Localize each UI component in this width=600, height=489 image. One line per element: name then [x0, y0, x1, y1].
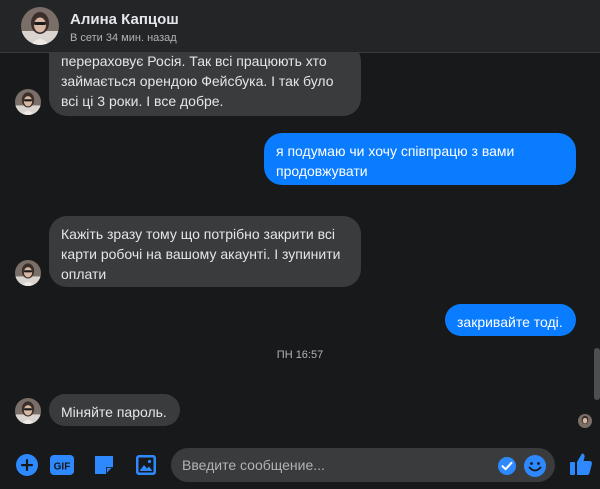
message-avatar[interactable]: [15, 398, 41, 424]
message-avatar[interactable]: [15, 89, 41, 115]
image-icon[interactable]: [133, 452, 159, 478]
message-avatar[interactable]: [15, 260, 41, 286]
chat-header: Алина Капцош В сети 34 мин. назад: [0, 0, 600, 53]
message-bubble-incoming[interactable]: Міняйте пароль.: [49, 394, 180, 426]
message-bubble-outgoing[interactable]: я подумаю чи хочу співпрацю з вами продо…: [264, 133, 576, 185]
send-check-icon[interactable]: [497, 456, 517, 476]
message-timestamp: ПН 16:57: [276, 349, 324, 361]
scrollbar[interactable]: [594, 348, 600, 400]
gif-label: GIF: [54, 462, 71, 473]
message-bubble-incoming[interactable]: перераховує Росія. Так всі працюють хто …: [49, 43, 361, 116]
emoji-icon[interactable]: [523, 454, 547, 478]
gif-icon[interactable]: GIF: [49, 452, 75, 478]
contact-status: В сети 34 мин. назад: [70, 32, 177, 44]
like-icon[interactable]: [568, 451, 594, 477]
message-bubble-incoming[interactable]: Кажіть зразу тому що потрібно закрити вс…: [49, 216, 361, 287]
contact-name[interactable]: Алина Капцош: [70, 11, 179, 28]
seen-avatar: [578, 414, 592, 428]
sticker-icon[interactable]: [91, 452, 117, 478]
composer-bar: GIF Введите сообщение...: [0, 440, 600, 489]
contact-avatar[interactable]: [21, 7, 59, 45]
message-bubble-outgoing[interactable]: закривайте тоді.: [445, 304, 576, 336]
plus-circle-icon[interactable]: [14, 452, 40, 478]
